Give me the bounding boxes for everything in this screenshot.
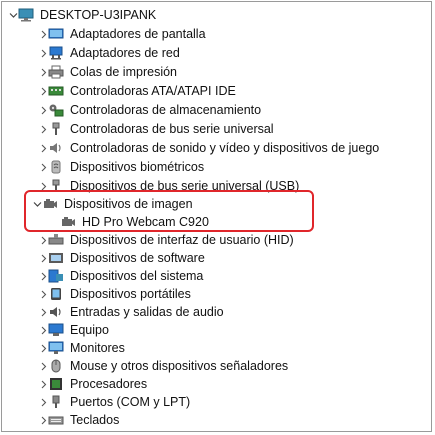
biometric-icon [48, 160, 64, 174]
hid-icon [48, 233, 64, 247]
tree-item-label: Dispositivos portátiles [70, 287, 191, 301]
tree-item-label: Entradas y salidas de audio [70, 305, 224, 319]
tree-item-label: Dispositivos biométricos [70, 160, 205, 174]
mouse-icon [48, 359, 64, 373]
tree-item-print-queues[interactable]: Colas de impresión [38, 63, 177, 81]
tree-item-audio-io[interactable]: Entradas y salidas de audio [38, 303, 224, 321]
tree-item-keyboards[interactable]: Teclados [38, 411, 119, 429]
root-label: DESKTOP-U3IPANK [40, 8, 157, 22]
tree-item-portable-devices[interactable]: Dispositivos portátiles [38, 285, 191, 303]
display-adapter-icon [48, 27, 64, 41]
chevron-right-icon[interactable] [38, 120, 48, 138]
device-tree: DESKTOP-U3IPANK Adaptadores de pantalla … [2, 2, 431, 431]
chevron-right-icon[interactable] [38, 411, 48, 429]
sound-icon [48, 141, 64, 155]
tree-item-label: Controladoras de sonido y vídeo y dispos… [70, 141, 380, 155]
tree-item-label: Controladoras ATA/ATAPI IDE [70, 84, 236, 98]
chevron-right-icon[interactable] [38, 25, 48, 43]
tree-item-label: Monitores [70, 341, 125, 355]
chevron-down-icon[interactable] [32, 195, 42, 213]
ide-controller-icon [48, 84, 64, 98]
tree-item-label: Dispositivos del sistema [70, 269, 204, 283]
system-device-icon [48, 269, 64, 283]
chevron-right-icon[interactable] [38, 375, 48, 393]
tree-item-network-adapters[interactable]: Adaptadores de red [38, 44, 180, 62]
software-device-icon [48, 251, 64, 265]
tree-item-ide-controllers[interactable]: Controladoras ATA/ATAPI IDE [38, 82, 236, 100]
tree-item-sound-controllers[interactable]: Controladoras de sonido y vídeo y dispos… [38, 139, 379, 157]
tree-item-imaging-devices[interactable]: Dispositivos de imagen [32, 195, 193, 213]
port-icon [48, 395, 64, 409]
processor-icon [48, 377, 64, 391]
webcam-icon [60, 215, 76, 229]
tree-item-ports[interactable]: Puertos (COM y LPT) [38, 393, 190, 411]
tree-item-label: Colas de impresión [70, 65, 177, 79]
tree-item-label: Equipo [70, 323, 109, 337]
audio-io-icon [48, 305, 64, 319]
chevron-right-icon[interactable] [38, 339, 48, 357]
portable-device-icon [48, 287, 64, 301]
tree-item-label: HD Pro Webcam C920 [82, 215, 209, 229]
storage-controller-icon [48, 103, 64, 117]
tree-item-usb-devices[interactable]: Dispositivos de bus serie universal (USB… [38, 177, 299, 195]
tree-root[interactable]: DESKTOP-U3IPANK [8, 6, 156, 24]
usb-controller-icon [48, 122, 64, 136]
tree-item-processors[interactable]: Procesadores [38, 375, 147, 393]
tree-item-label: Dispositivos de imagen [64, 197, 193, 211]
chevron-right-icon[interactable] [38, 285, 48, 303]
tree-item-biometric-devices[interactable]: Dispositivos biométricos [38, 158, 204, 176]
monitor-icon [48, 341, 64, 355]
tree-item-label: Dispositivos de software [70, 251, 205, 265]
tree-item-label: Procesadores [70, 377, 148, 391]
tree-item-label: Adaptadores de red [70, 46, 180, 60]
tree-item-mice[interactable]: Mouse y otros dispositivos señaladores [38, 357, 288, 375]
tree-item-system-devices[interactable]: Dispositivos del sistema [38, 267, 203, 285]
camera-icon [42, 197, 58, 211]
print-queue-icon [48, 65, 64, 79]
chevron-right-icon[interactable] [38, 393, 48, 411]
tree-item-label: Controladoras de bus serie universal [70, 122, 274, 136]
tree-item-monitors[interactable]: Monitores [38, 339, 125, 357]
tree-item-label: Teclados [70, 413, 120, 427]
chevron-right-icon[interactable] [38, 44, 48, 62]
chevron-right-icon[interactable] [38, 249, 48, 267]
chevron-right-icon[interactable] [38, 158, 48, 176]
tree-item-usb-controllers[interactable]: Controladoras de bus serie universal [38, 120, 274, 138]
chevron-right-icon[interactable] [38, 82, 48, 100]
tree-item-software-devices[interactable]: Dispositivos de software [38, 249, 205, 267]
tree-item-label: Puertos (COM y LPT) [70, 395, 191, 409]
network-adapter-icon [48, 46, 64, 60]
chevron-right-icon[interactable] [38, 177, 48, 195]
tree-item-label: Dispositivos de interfaz de usuario (HID… [70, 233, 294, 247]
chevron-right-icon[interactable] [38, 267, 48, 285]
tree-item-label: Mouse y otros dispositivos señaladores [70, 359, 289, 373]
tree-item-hid-devices[interactable]: Dispositivos de interfaz de usuario (HID… [38, 231, 294, 249]
computer-icon [48, 323, 64, 337]
tree-item-display-adapters[interactable]: Adaptadores de pantalla [38, 25, 206, 43]
chevron-right-icon[interactable] [38, 231, 48, 249]
usb-device-icon [48, 179, 64, 193]
tree-item-label: Adaptadores de pantalla [70, 27, 206, 41]
keyboard-icon [48, 413, 64, 427]
device-manager-window: DESKTOP-U3IPANK Adaptadores de pantalla … [1, 1, 432, 432]
chevron-right-icon[interactable] [38, 303, 48, 321]
chevron-right-icon[interactable] [38, 357, 48, 375]
tree-item-storage-controllers[interactable]: Controladoras de almacenamiento [38, 101, 261, 119]
chevron-right-icon[interactable] [38, 321, 48, 339]
chevron-right-icon[interactable] [38, 63, 48, 81]
chevron-down-icon[interactable] [8, 6, 18, 24]
chevron-right-icon[interactable] [38, 101, 48, 119]
tree-item-label: Controladoras de almacenamiento [70, 103, 262, 117]
computer-root-icon [18, 8, 34, 22]
tree-item-computer[interactable]: Equipo [38, 321, 109, 339]
chevron-right-icon[interactable] [38, 139, 48, 157]
tree-item-webcam[interactable]: HD Pro Webcam C920 [60, 213, 209, 231]
tree-item-label: Dispositivos de bus serie universal (USB… [70, 179, 300, 193]
